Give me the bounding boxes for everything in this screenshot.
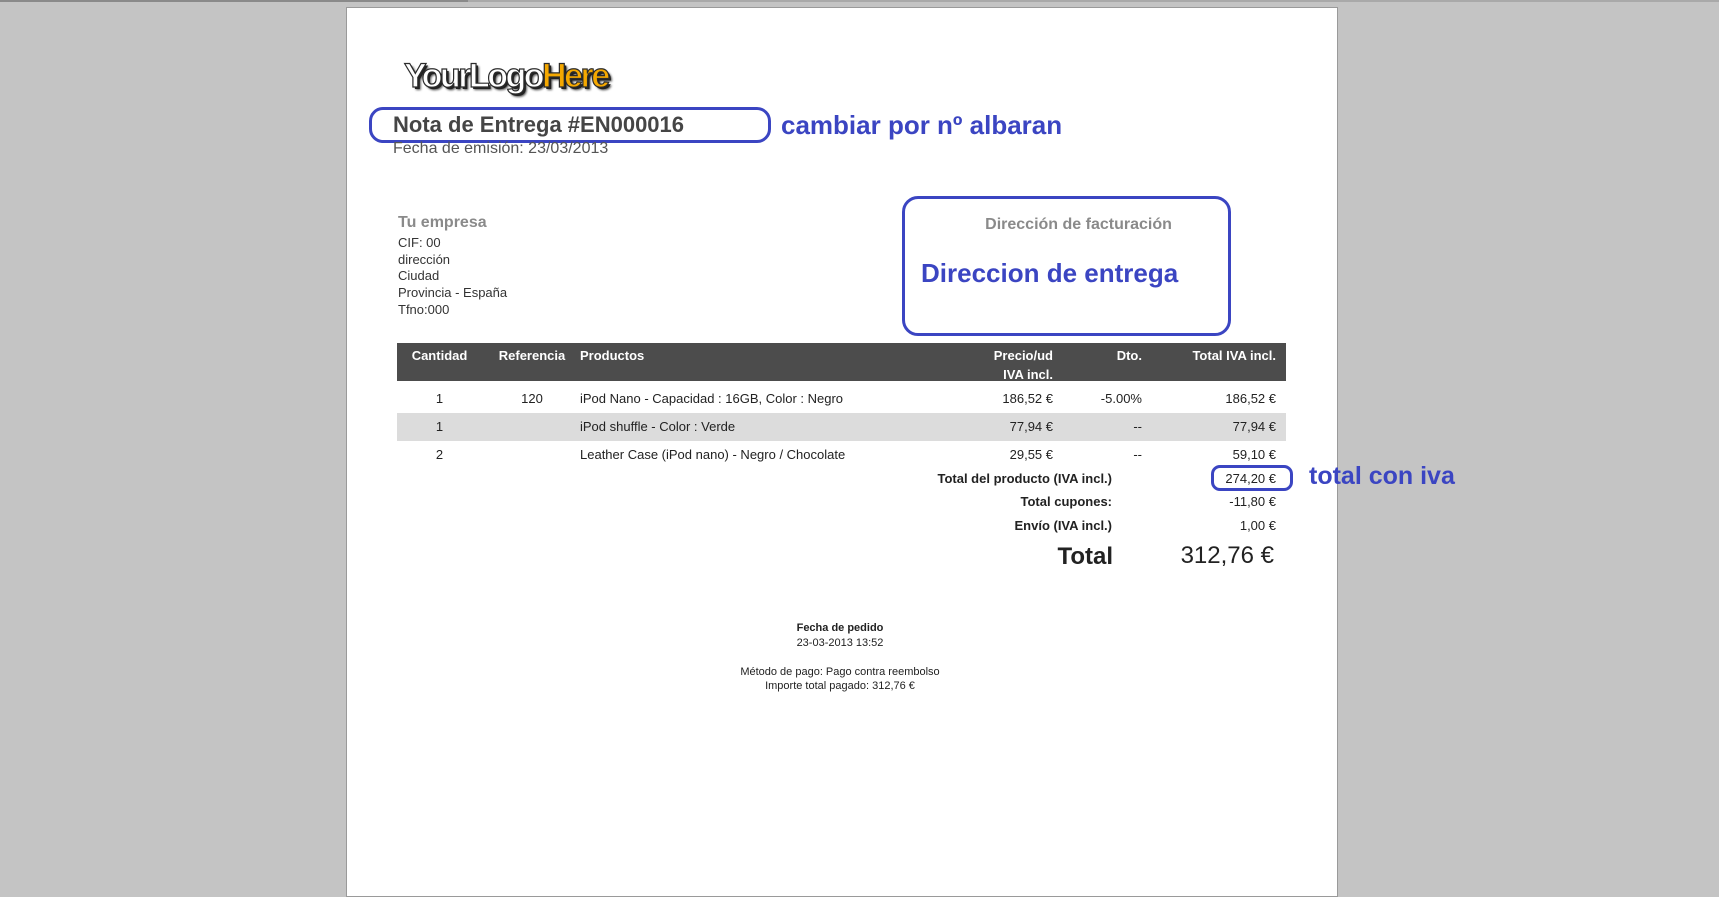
header-price-line1: Precio/ud	[993, 348, 1053, 363]
address-annotation-note: Direccion de entrega	[921, 258, 1179, 288]
table-header: Cantidad Referencia Productos Precio/ud I…	[397, 343, 1286, 384]
grand-total-label: Total	[1057, 543, 1113, 570]
cell-price: 77,94 €	[1009, 419, 1053, 434]
products-table: Cantidad Referencia Productos Precio/ud I…	[397, 343, 1286, 469]
shipping-value: 1,00 €	[1239, 518, 1276, 533]
order-date-value: 23-03-2013 13:52	[796, 637, 884, 649]
coupons-label: Total cupones:	[1020, 494, 1112, 509]
header-product: Productos	[580, 348, 645, 363]
cell-total: 186,52 €	[1225, 391, 1276, 406]
cell-product: Leather Case (iPod nano) - Negro / Choco…	[580, 447, 846, 462]
header-discount: Dto.	[1116, 348, 1142, 363]
cell-qty: 1	[435, 391, 444, 406]
shipping-label: Envío (IVA incl.)	[1014, 518, 1112, 533]
table-row: 1 120 iPod Nano - Capacidad : 16GB, Colo…	[397, 385, 1286, 413]
order-date-label: Fecha de pedido	[796, 622, 884, 634]
logo-text-part1: YourLogo	[403, 56, 545, 95]
billing-address-title: Dirección de facturación	[985, 216, 1172, 233]
cell-product: iPod shuffle - Color : Verde	[580, 419, 736, 434]
header-price-line2: IVA incl.	[1003, 367, 1053, 382]
amount-paid: Importe total pagado: 312,76 €	[765, 680, 915, 692]
logo-text-part2: Here	[541, 56, 610, 95]
company-name: Tu empresa	[398, 214, 487, 231]
scrollbar-track[interactable]	[0, 0, 1719, 2]
payment-method: Método de pago: Pago contra reembolso	[740, 666, 940, 678]
company-province: Provincia - España	[398, 285, 508, 300]
cell-discount: --	[1133, 419, 1142, 434]
cell-qty: 1	[435, 419, 444, 434]
header-ref: Referencia	[498, 348, 566, 363]
cell-qty: 2	[435, 447, 444, 462]
cell-total: 77,94 €	[1232, 419, 1276, 434]
cell-total: 59,10 €	[1232, 447, 1276, 462]
company-phone: Tfno:000	[398, 302, 450, 317]
company-cif: CIF: 00	[398, 235, 441, 250]
cell-ref: 120	[521, 391, 543, 406]
cell-price: 186,52 €	[1002, 391, 1053, 406]
title-annotation-note: cambiar por nº albaran	[781, 110, 1063, 140]
total-annotation-note: total con iva	[1309, 462, 1455, 490]
company-city: Ciudad	[398, 268, 440, 283]
product-total-label: Total del producto (IVA incl.)	[937, 471, 1112, 486]
header-price: Precio/ud IVA incl.	[994, 346, 1053, 384]
cell-product: iPod Nano - Capacidad : 16GB, Color : Ne…	[580, 391, 844, 406]
cell-discount: --	[1133, 447, 1142, 462]
grand-total-value: 312,76 €	[1180, 542, 1274, 569]
title-annotation-box	[369, 107, 771, 143]
company-address: dirección	[398, 252, 451, 267]
table-row: 1 iPod shuffle - Color : Verde 77,94 € -…	[397, 413, 1286, 441]
header-qty: Cantidad	[411, 348, 468, 363]
coupons-value: -11,80 €	[1229, 494, 1276, 509]
emission-date: Fecha de emisión: 23/03/2013	[393, 140, 609, 157]
cell-discount: -5.00%	[1100, 391, 1142, 406]
scrollbar-thumb[interactable]	[0, 0, 468, 2]
header-total: Total IVA incl.	[1192, 348, 1276, 363]
table-row: 2 Leather Case (iPod nano) - Negro / Cho…	[397, 441, 1286, 469]
cell-price: 29,55 €	[1009, 447, 1053, 462]
total-annotation-box	[1211, 465, 1293, 491]
company-logo: YourLogoHere	[403, 55, 610, 97]
